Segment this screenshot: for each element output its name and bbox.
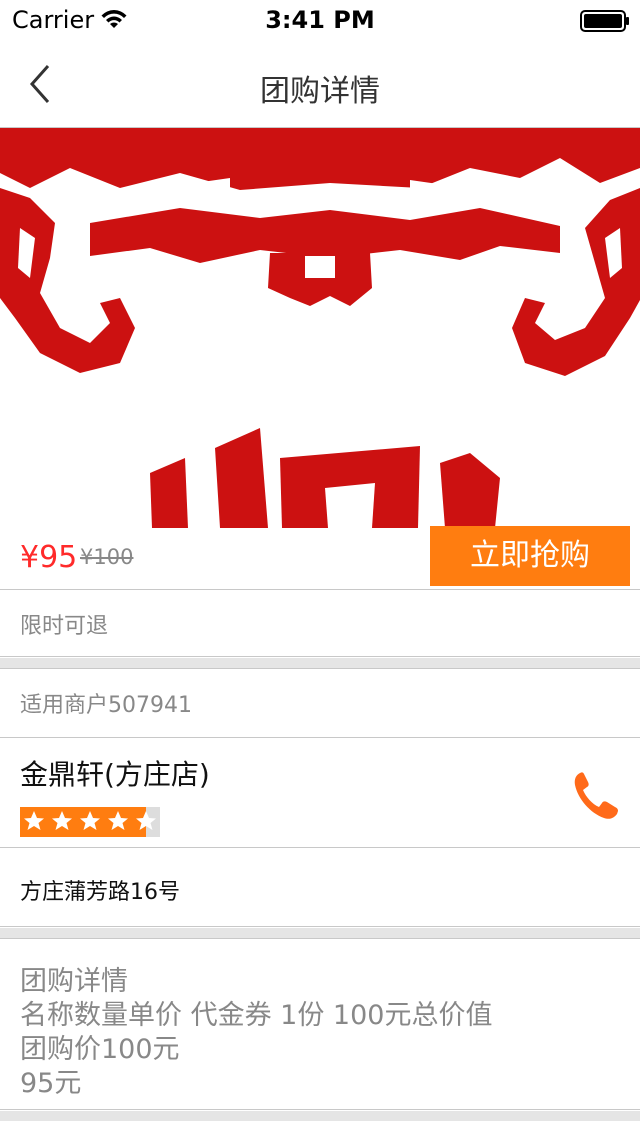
shop-row[interactable]: 金鼎轩(方庄店): [0, 739, 640, 848]
battery-icon: [580, 10, 629, 32]
status-bar: Carrier 3:41 PM: [0, 0, 640, 40]
section-divider: [0, 1111, 640, 1121]
star-icon: [20, 807, 48, 837]
detail-line: 95元: [20, 1068, 82, 1099]
original-price: ¥100: [80, 545, 134, 569]
merchant-header: 适用商户507941: [0, 668, 640, 738]
page-title: 团购详情: [260, 74, 380, 109]
rating-stars: [20, 807, 160, 837]
deal-detail: 团购详情 名称数量单价 代金券 1份 100元总价值 团购价100元 95元: [0, 938, 640, 1110]
phone-icon[interactable]: [572, 769, 620, 821]
section-divider: [0, 658, 640, 668]
shop-name: 金鼎轩(方庄店): [20, 758, 210, 791]
deal-image: [0, 128, 640, 528]
status-time: 3:41 PM: [265, 6, 375, 34]
refund-policy-label: 限时可退: [20, 614, 109, 639]
section-divider: [0, 928, 640, 938]
navigation-bar: 团购详情: [0, 40, 640, 128]
star-icon: [132, 807, 160, 837]
deal-logo-image: [0, 128, 640, 528]
price-row: ¥95 ¥100 立即抢购: [0, 526, 640, 590]
merchant-label: 适用商户507941: [20, 693, 192, 718]
shop-address: 方庄蒲芳路16号: [20, 880, 180, 905]
current-price: ¥95: [20, 540, 78, 575]
star-icon: [48, 807, 76, 837]
star-icon: [104, 807, 132, 837]
address-row[interactable]: 方庄蒲芳路16号: [0, 849, 640, 927]
star-icon: [76, 807, 104, 837]
buy-now-button[interactable]: 立即抢购: [430, 526, 630, 586]
refund-policy-row: 限时可退: [0, 591, 640, 657]
